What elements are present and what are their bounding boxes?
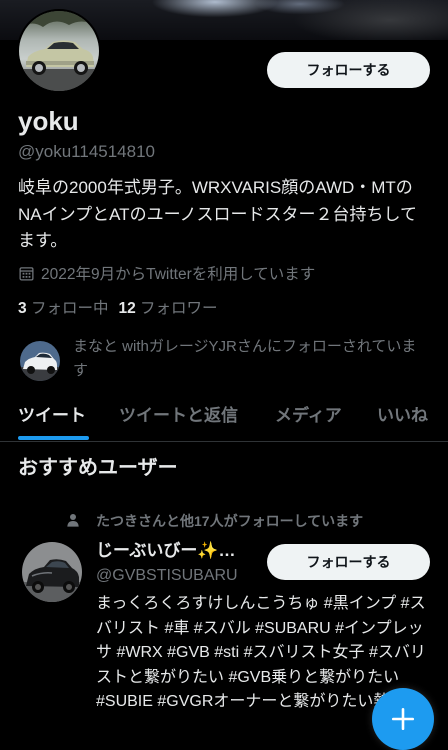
social-context-text: たつきさんと他17人がフォローしています xyxy=(96,513,364,529)
followed-by-avatar[interactable] xyxy=(20,341,60,381)
tab-tweets-and-replies[interactable]: ツイートと返信 xyxy=(119,402,238,430)
avatar-image xyxy=(19,11,99,91)
tab-tweets[interactable]: ツイート xyxy=(18,402,86,430)
profile-avatar[interactable] xyxy=(17,9,101,93)
profile-screen: フォローする yoku @yoku114514810 岐阜の2000年式男子。W… xyxy=(0,0,448,750)
suggested-user-name[interactable]: じーぶいびー✨… xyxy=(96,540,261,562)
suggested-user-handle: @GVBSTISUBARU xyxy=(96,567,238,584)
join-date: 2022年9月からTwitterを利用しています xyxy=(18,262,315,284)
calendar-icon xyxy=(19,266,34,281)
suggested-user-avatar-image xyxy=(22,542,82,602)
followed-by-text[interactable]: まなと withガレージYJRさんにフォローされています xyxy=(73,335,428,383)
followers-link[interactable]: 12 フォロワー xyxy=(118,300,217,317)
followed-by-avatar-image xyxy=(20,341,60,381)
active-tab-indicator xyxy=(18,436,89,440)
suggestions-title: おすすめユーザー xyxy=(18,457,178,479)
person-icon xyxy=(65,512,81,528)
followers-count: 12 xyxy=(118,300,136,317)
follow-button[interactable]: フォローする xyxy=(267,52,430,88)
profile-handle: @yoku114514810 xyxy=(18,142,155,161)
tab-media[interactable]: メディア xyxy=(275,402,342,430)
following-label: フォロー中 xyxy=(30,300,109,317)
follow-stats: 3 フォロー中 12 フォロワー xyxy=(18,298,218,320)
tabs-divider xyxy=(0,441,448,442)
plus-icon xyxy=(391,707,415,731)
profile-name: yoku xyxy=(18,106,79,136)
followers-label: フォロワー xyxy=(140,300,218,317)
tab-likes[interactable]: いいね xyxy=(377,402,428,430)
compose-tweet-button[interactable] xyxy=(372,688,434,750)
profile-bio: 岐阜の2000年式男子。WRXVARIS顔のAWD・MTのNAインプとATのユー… xyxy=(18,178,418,250)
suggested-user-avatar[interactable] xyxy=(22,542,82,602)
suggested-follow-button[interactable]: フォローする xyxy=(267,544,430,580)
following-count: 3 xyxy=(18,300,27,317)
join-date-text: 2022年9月からTwitterを利用しています xyxy=(41,266,316,283)
following-link[interactable]: 3 フォロー中 xyxy=(18,300,108,317)
